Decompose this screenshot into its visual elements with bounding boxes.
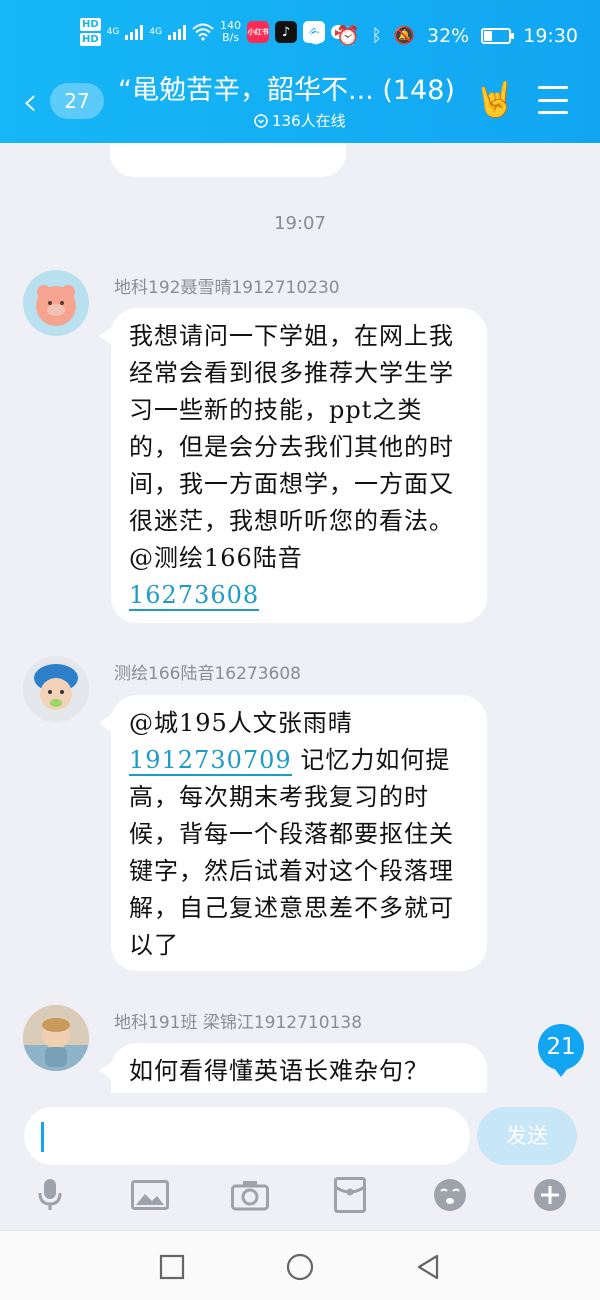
message-body: 记忆力如何提高，每次期末考我复习的时候，背每一个段落都要抠住关键字，然后试着对这… [129, 746, 454, 959]
message-bubble[interactable]: @城195人文张雨晴 1912730709 记忆力如何提高，每次期末考我复习的时… [99, 695, 487, 971]
unread-messages-badge[interactable]: 21 [538, 1024, 584, 1077]
back-icon[interactable] [414, 1253, 442, 1281]
network-type-2: 4G [149, 27, 163, 37]
message-text: @城195人文张雨晴 1912730709 记忆力如何提高，每次期末考我复习的时… [129, 705, 469, 964]
network-speed: 140 B/s [220, 20, 241, 44]
clock: 19:30 [523, 24, 578, 47]
time-divider: 19:07 [274, 213, 326, 234]
red-packet-button[interactable] [330, 1175, 370, 1215]
online-status: 136人在线 [254, 110, 346, 131]
emoji-button[interactable] [430, 1175, 470, 1215]
avatar[interactable] [23, 270, 89, 336]
input-bar: 发送 [0, 1093, 600, 1230]
home-icon[interactable] [286, 1253, 314, 1281]
recent-apps-icon[interactable] [158, 1253, 186, 1281]
xiaohongshu-icon: 小红书 [247, 21, 270, 43]
microphone-icon [38, 1179, 62, 1210]
sender-name[interactable]: 测绘166陆音16273608 [114, 659, 301, 684]
chat-area[interactable]: 19:07 地科192聂雪晴1912710230 我想请问一下学姐，在网上我经常… [0, 143, 600, 1093]
camera-icon [231, 1181, 269, 1211]
bluetooth-icon: ᛒ [371, 25, 382, 46]
battery-percent: 32% [427, 24, 470, 47]
voice-button[interactable] [30, 1175, 70, 1215]
previous-message-bubble[interactable] [110, 143, 346, 177]
camera-button[interactable] [230, 1175, 270, 1215]
child-avatar-icon [23, 1005, 89, 1071]
system-nav-bar [0, 1230, 600, 1300]
message-prefix: @城195人文张雨晴 [129, 709, 353, 737]
avatar[interactable] [23, 1005, 89, 1071]
hd-badge-1: HD [80, 18, 101, 31]
status-left: HD HD 4G 4G 140 B/s 小红书 ♪ ◈ ▶ [80, 18, 346, 46]
emoji-icon [434, 1179, 466, 1211]
pig-avatar-icon [36, 285, 76, 326]
status-right: ◉ ⏰ ᛒ 🔕 32% 19:30 [307, 24, 578, 48]
back-unread-count[interactable]: 27 [50, 83, 104, 119]
eye-icon: ◉ [307, 24, 324, 47]
network-type-1: 4G [106, 27, 120, 37]
mention-link[interactable]: 16273608 [129, 581, 260, 611]
member-count: (148) [382, 75, 455, 106]
red-packet-icon [334, 1177, 366, 1213]
send-button[interactable]: 发送 [477, 1107, 577, 1165]
message-body: 我想请问一下学姐，在网上我经常会看到很多推荐大学生学习一些新的技能，ppt之类的… [129, 322, 454, 572]
avatar[interactable] [23, 656, 89, 722]
signal-2-icon [168, 24, 187, 40]
status-bar: HD HD 4G 4G 140 B/s 小红书 ♪ ◈ ▶ ◉ ⏰ ᛒ 🔕 32… [0, 0, 600, 72]
more-button[interactable] [530, 1175, 570, 1215]
image-button[interactable] [130, 1175, 170, 1215]
clock-icon [254, 113, 268, 128]
hd-badge-2: HD [80, 33, 101, 46]
hd-indicators: HD HD [80, 18, 101, 46]
toolbar [0, 1175, 600, 1223]
message-input[interactable] [24, 1107, 470, 1165]
signal-1-icon [125, 24, 144, 40]
wifi-icon [192, 23, 214, 41]
sender-name[interactable]: 地科191班 梁锦江1912710138 [114, 1008, 362, 1033]
battery-icon [481, 27, 515, 44]
message-text: 我想请问一下学姐，在网上我经常会看到很多推荐大学生学习一些新的技能，ppt之类的… [129, 318, 469, 614]
online-count: 136人在线 [272, 112, 346, 130]
speed-unit: B/s [222, 31, 240, 44]
message-body: 如何看得懂英语长难杂句？ [129, 1057, 429, 1085]
baby-avatar-icon [23, 656, 89, 722]
group-name: “黾勉苦辛，韶华不... [118, 75, 374, 106]
text-caret [41, 1122, 44, 1152]
top-bar: HD HD 4G 4G 140 B/s 小红书 ♪ ◈ ▶ ◉ ⏰ ᛒ 🔕 32… [0, 0, 600, 143]
xiaohongshu-label: 小红书 [247, 28, 269, 36]
tiktok-icon: ♪ [275, 21, 298, 43]
rock-hand-icon[interactable]: 🤘 [474, 80, 516, 120]
plus-circle-icon [534, 1179, 566, 1211]
menu-icon[interactable] [538, 86, 568, 114]
back-chevron-icon[interactable]: ‹ [22, 82, 38, 122]
group-title[interactable]: “黾勉苦辛，韶华不... (148) [118, 72, 455, 110]
alarm-icon: ⏰ [335, 25, 360, 47]
message-bubble[interactable]: 我想请问一下学姐，在网上我经常会看到很多推荐大学生学习一些新的技能，ppt之类的… [99, 308, 487, 623]
mute-bell-icon: 🔕 [393, 25, 415, 46]
previous-message-cutoff [128, 147, 328, 169]
image-icon [131, 1180, 169, 1210]
mention-link[interactable]: 1912730709 [129, 746, 292, 776]
message-text: 如何看得懂英语长难杂句？ [129, 1053, 469, 1090]
sender-name[interactable]: 地科192聂雪晴1912710230 [114, 273, 340, 298]
message-bubble[interactable]: 如何看得懂英语长难杂句？ [99, 1043, 487, 1093]
